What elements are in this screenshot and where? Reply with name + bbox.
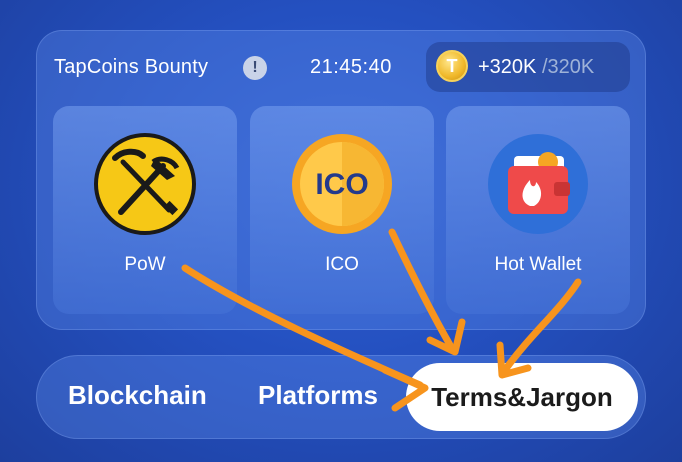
card-ico[interactable]: ICO ICO (250, 106, 434, 314)
tab-platforms[interactable]: Platforms (258, 380, 378, 411)
reward-separator: / (536, 56, 548, 78)
card-label-pow: PoW (124, 254, 166, 275)
pickaxe-shovel-icon (94, 133, 196, 235)
ico-coin-icon: ICO (292, 134, 392, 234)
coin-icon: T (436, 50, 468, 82)
hot-wallet-icon (488, 134, 588, 234)
info-icon[interactable]: ! (243, 56, 267, 80)
reward-max: 320K (547, 56, 595, 78)
reward-text: +320K /320K (478, 56, 594, 79)
tab-blockchain[interactable]: Blockchain (68, 380, 207, 411)
reward-current: +320K (478, 56, 537, 78)
ico-coin-text: ICO (315, 168, 368, 201)
bounty-title: TapCoins Bounty (54, 56, 209, 78)
card-label-hot-wallet: Hot Wallet (494, 254, 582, 275)
tab-terms-jargon-label: Terms&Jargon (431, 382, 613, 412)
card-pow[interactable]: PoW (53, 106, 237, 314)
countdown-timer: 21:45:40 (310, 56, 392, 78)
card-label-ico: ICO (325, 254, 359, 275)
card-hot-wallet[interactable]: Hot Wallet (446, 106, 630, 314)
